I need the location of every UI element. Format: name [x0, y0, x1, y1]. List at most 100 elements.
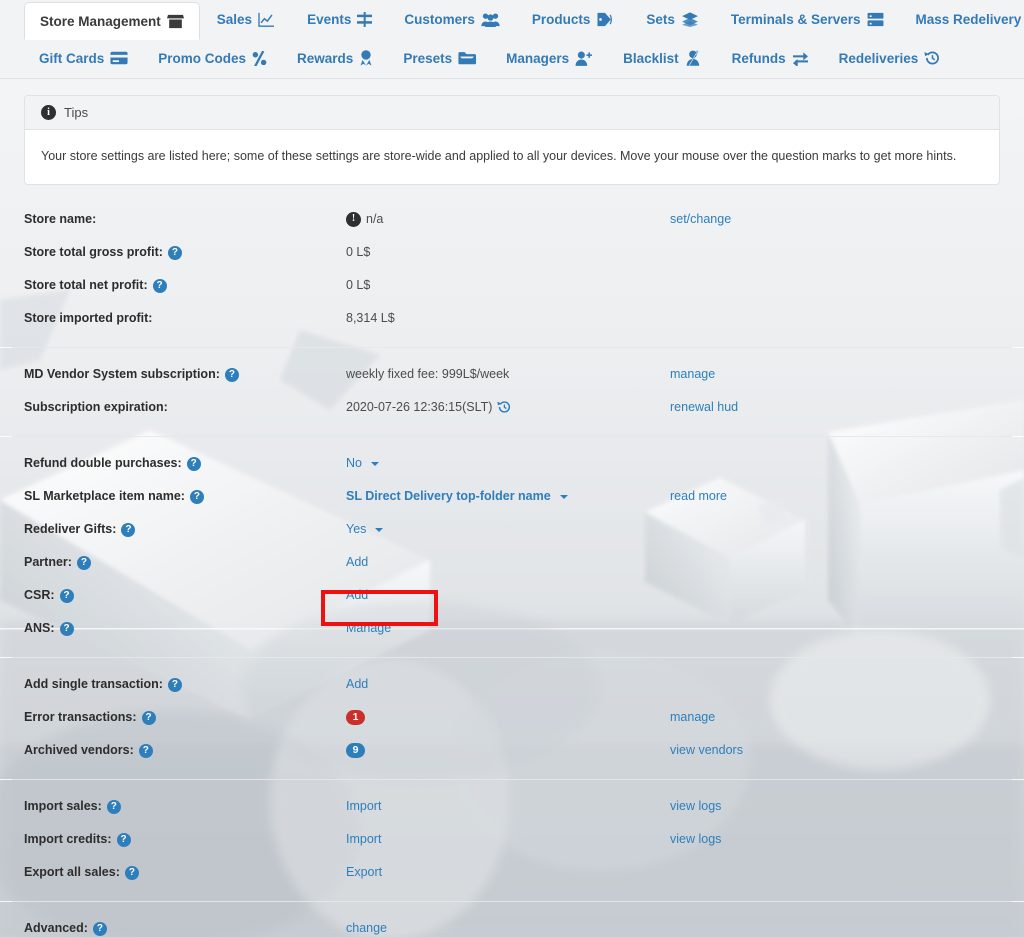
row-error-transactions: Error transactions: ? 1 manage	[0, 701, 1024, 734]
row-store-name: Store name: ! n/a set/change	[0, 203, 1024, 236]
advanced-change-link[interactable]: change	[346, 921, 387, 935]
exchange-icon	[792, 51, 809, 66]
read-more-link[interactable]: read more	[670, 489, 727, 503]
row-store-total-net-profit: Store total net profit: ? 0 L$	[0, 269, 1024, 302]
help-icon[interactable]: ?	[59, 589, 74, 603]
ans-manage-link[interactable]: Manage	[346, 621, 391, 635]
tips-title: Tips	[64, 105, 89, 120]
help-icon[interactable]: ?	[141, 711, 156, 725]
tag-icon	[596, 12, 614, 27]
help-icon[interactable]: ?	[167, 678, 182, 692]
archived-vendors-badge[interactable]: 9	[346, 742, 365, 758]
row-value: Export	[346, 865, 670, 879]
row-import-sales: Import sales: ? Import view logs	[0, 790, 1024, 823]
help-icon[interactable]: ?	[167, 246, 182, 260]
tab-label: Blacklist	[623, 50, 679, 66]
tab-refunds[interactable]: Refunds	[717, 41, 824, 75]
settings-group-profit: Store name: ! n/a set/change Store total…	[0, 193, 1024, 348]
tab-mass-redelivery[interactable]: Mass Redelivery	[901, 2, 1024, 36]
help-icon[interactable]: ?	[224, 368, 239, 382]
history-icon	[924, 50, 940, 66]
label-text: MD Vendor System subscription:	[24, 367, 220, 381]
tab-terminals-servers[interactable]: Terminals & Servers	[716, 2, 899, 36]
help-icon[interactable]: ?	[138, 744, 153, 758]
sl-marketplace-item-name-dropdown[interactable]: SL Direct Delivery top-folder name	[346, 489, 551, 503]
help-icon[interactable]: ?	[124, 866, 139, 880]
error-transactions-badge[interactable]: 1	[346, 709, 365, 725]
row-md-vendor-subscription: MD Vendor System subscription: ? weekly …	[0, 358, 1024, 391]
settings-group-import-export: Import sales: ? Import view logs Import …	[0, 780, 1024, 902]
tab-customers[interactable]: Customers	[389, 2, 515, 36]
subscription-manage-link[interactable]: manage	[670, 367, 715, 381]
renewal-hud-link[interactable]: renewal hud	[670, 400, 738, 414]
help-icon[interactable]: ?	[76, 556, 91, 570]
tab-label: Events	[307, 11, 352, 27]
import-credits-view-logs-link[interactable]: view logs	[670, 832, 721, 846]
value-text: 8,314 L$	[346, 311, 395, 325]
view-vendors-link[interactable]: view vendors	[670, 743, 743, 757]
store-settings-list: Store name: ! n/a set/change Store total…	[0, 193, 1024, 937]
label-text: Store total gross profit:	[24, 245, 163, 259]
row-csr: CSR: ? Add	[0, 579, 1024, 612]
refund-double-purchases-dropdown[interactable]: No	[346, 456, 362, 470]
history-icon[interactable]	[497, 400, 511, 414]
row-label: Import sales: ?	[24, 799, 346, 814]
tab-gift-cards[interactable]: Gift Cards	[24, 41, 143, 75]
help-icon[interactable]: ?	[59, 622, 74, 636]
set-change-link[interactable]: set/change	[670, 212, 731, 226]
export-all-sales-link[interactable]: Export	[346, 865, 382, 879]
row-label: Refund double purchases: ?	[24, 456, 346, 471]
settings-group-transactions: Add single transaction: ? Add Error tran…	[0, 658, 1024, 780]
tab-sales[interactable]: Sales	[202, 2, 290, 36]
tab-redeliveries[interactable]: Redeliveries	[824, 41, 956, 75]
help-icon[interactable]: ?	[189, 490, 204, 504]
tab-store-management[interactable]: Store Management	[24, 2, 200, 40]
tab-blacklist[interactable]: Blacklist	[608, 41, 717, 75]
tab-events[interactable]: Events	[292, 2, 387, 36]
tab-presets[interactable]: Presets	[388, 41, 491, 75]
row-label: Redeliver Gifts: ?	[24, 522, 346, 537]
row-label: Archived vendors: ?	[24, 743, 346, 758]
import-sales-link[interactable]: Import	[346, 799, 381, 813]
help-icon[interactable]: ?	[186, 457, 201, 471]
tab-sets[interactable]: Sets	[631, 2, 714, 36]
tab-promo-codes[interactable]: Promo Codes	[143, 41, 282, 75]
tab-products[interactable]: Products	[517, 2, 630, 36]
import-credits-link[interactable]: Import	[346, 832, 381, 846]
import-sales-view-logs-link[interactable]: view logs	[670, 799, 721, 813]
row-value: 8,314 L$	[346, 311, 670, 325]
label-text: ANS:	[24, 621, 55, 635]
tab-managers[interactable]: Managers	[491, 41, 608, 75]
percent-icon	[252, 50, 267, 66]
row-value: Yes	[346, 522, 670, 536]
row-value: Manage	[346, 621, 670, 635]
label-text: Refund double purchases:	[24, 456, 182, 470]
exclamation-circle-icon: !	[346, 211, 361, 227]
row-redeliver-gifts: Redeliver Gifts: ? Yes	[0, 513, 1024, 546]
row-partner: Partner: ? Add	[0, 546, 1024, 579]
row-action: manage	[670, 710, 1000, 724]
row-label: Import credits: ?	[24, 832, 346, 847]
row-store-imported-profit: Store imported profit: 8,314 L$	[0, 302, 1024, 335]
help-icon[interactable]: ?	[116, 833, 131, 847]
label-text: Redeliver Gifts:	[24, 522, 117, 536]
value-text: 0 L$	[346, 245, 371, 259]
csr-add-link[interactable]: Add	[346, 588, 368, 602]
help-icon[interactable]: ?	[92, 922, 107, 936]
label-text: Advanced:	[24, 921, 88, 935]
help-icon[interactable]: ?	[152, 279, 167, 293]
value-text: weekly fixed fee: 999L$/week	[346, 367, 510, 381]
error-transactions-manage-link[interactable]: manage	[670, 710, 715, 724]
tab-rewards[interactable]: Rewards	[282, 41, 388, 75]
add-single-transaction-link[interactable]: Add	[346, 677, 368, 691]
help-icon[interactable]: ?	[121, 523, 136, 537]
label-text: Import sales:	[24, 799, 102, 813]
row-action: set/change	[670, 212, 1000, 226]
row-label: SL Marketplace item name: ?	[24, 489, 346, 504]
chevron-down-icon	[370, 462, 379, 466]
help-icon[interactable]: ?	[106, 800, 121, 814]
row-value: SL Direct Delivery top-folder name	[346, 489, 670, 503]
settings-group-advanced: Advanced: ? change Permissions: ? edit	[0, 902, 1024, 937]
redeliver-gifts-dropdown[interactable]: Yes	[346, 522, 366, 536]
partner-add-link[interactable]: Add	[346, 555, 368, 569]
